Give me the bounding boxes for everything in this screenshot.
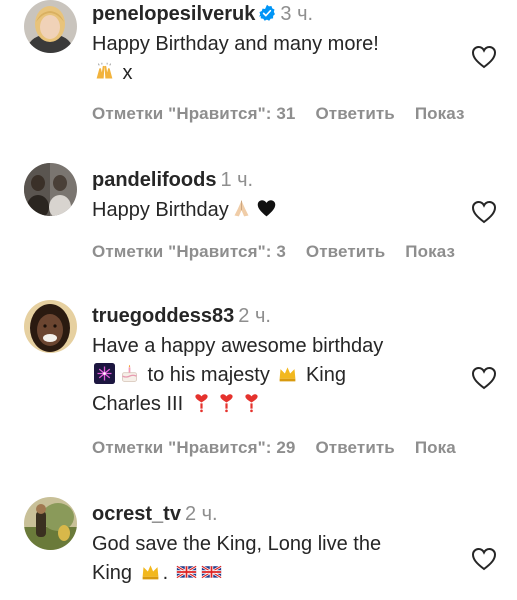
comment-text-line: Happy Birthday bbox=[92, 199, 229, 221]
like-heart-icon[interactable] bbox=[471, 366, 497, 390]
username[interactable]: penelopesilveruk bbox=[92, 3, 255, 25]
show-translation-button[interactable]: Пока bbox=[415, 438, 456, 457]
comment-header: ocrest_tv 2 ч. bbox=[92, 502, 462, 526]
birthday-cake-icon bbox=[119, 363, 140, 384]
heart-exclamation-icon bbox=[191, 392, 212, 413]
username[interactable]: ocrest_tv bbox=[92, 503, 181, 525]
comment-header: pandelifoods 1 ч. bbox=[92, 168, 462, 192]
comment-actions: Отметки "Нравится": 31 Ответить Показ bbox=[92, 104, 485, 124]
comment-text-line: Happy Birthday and many more! bbox=[92, 33, 379, 55]
crown-icon bbox=[140, 561, 161, 582]
reply-button[interactable]: Ответить bbox=[306, 242, 385, 261]
show-translation-button[interactable]: Показ bbox=[415, 104, 465, 123]
avatar[interactable] bbox=[24, 163, 77, 216]
comment-text: Happy Birthday bbox=[92, 196, 462, 225]
comment-text-line: x bbox=[117, 62, 133, 84]
like-heart-icon[interactable] bbox=[471, 547, 497, 571]
comment-text-line: God save the King, Long live the bbox=[92, 533, 382, 555]
like-heart-icon[interactable] bbox=[471, 200, 497, 224]
likes-count-button[interactable]: Отметки "Нравится": 31 bbox=[92, 104, 295, 123]
heart-exclamation-icon bbox=[216, 392, 237, 413]
heart-exclamation-icon bbox=[241, 392, 262, 413]
like-heart-icon[interactable] bbox=[471, 45, 497, 69]
avatar[interactable] bbox=[24, 0, 77, 53]
comment-actions: Отметки "Нравится": 3 Ответить Показ bbox=[92, 242, 475, 262]
raising-hands-icon bbox=[94, 61, 115, 82]
likes-count-button[interactable]: Отметки "Нравится": 3 bbox=[92, 242, 286, 261]
reply-button[interactable]: Ответить bbox=[315, 438, 394, 457]
comment-text: God save the King, Long live the King . bbox=[92, 530, 462, 588]
comment-header: penelopesilveruk 3 ч. bbox=[92, 2, 462, 26]
comment-actions: Отметки "Нравится": 29 Ответить Пока bbox=[92, 438, 476, 458]
comment-text-line: Have a happy awesome birthday bbox=[92, 335, 384, 357]
black-heart-icon bbox=[256, 198, 277, 219]
timestamp: 1 ч. bbox=[220, 169, 254, 191]
comment-text-line: King bbox=[92, 562, 138, 584]
comment-text-line: King bbox=[300, 364, 346, 386]
uk-flag-icon bbox=[200, 561, 222, 582]
comment-text-line: Charles III bbox=[92, 393, 189, 415]
comment-text: Have a happy awesome birthday to his maj… bbox=[92, 332, 462, 419]
fireworks-icon bbox=[94, 363, 115, 384]
verified-badge-icon bbox=[258, 4, 276, 22]
timestamp: 3 ч. bbox=[280, 3, 314, 25]
timestamp: 2 ч. bbox=[238, 305, 271, 327]
uk-flag-icon bbox=[175, 561, 197, 582]
comment-text: Happy Birthday and many more! x bbox=[92, 30, 462, 88]
avatar[interactable] bbox=[24, 300, 77, 353]
folded-hands-icon bbox=[231, 198, 252, 219]
timestamp: 2 ч. bbox=[184, 503, 218, 525]
reply-button[interactable]: Ответить bbox=[315, 104, 394, 123]
show-translation-button[interactable]: Показ bbox=[405, 242, 455, 261]
username[interactable]: pandelifoods bbox=[92, 169, 216, 191]
avatar[interactable] bbox=[24, 497, 77, 550]
crown-icon bbox=[277, 363, 298, 384]
comment-header: truegoddess83 2 ч. bbox=[92, 304, 462, 328]
comment-text-line: to his majesty bbox=[142, 364, 276, 386]
likes-count-button[interactable]: Отметки "Нравится": 29 bbox=[92, 438, 295, 457]
comment-text-line: . bbox=[162, 562, 174, 584]
username[interactable]: truegoddess83 bbox=[92, 305, 234, 327]
